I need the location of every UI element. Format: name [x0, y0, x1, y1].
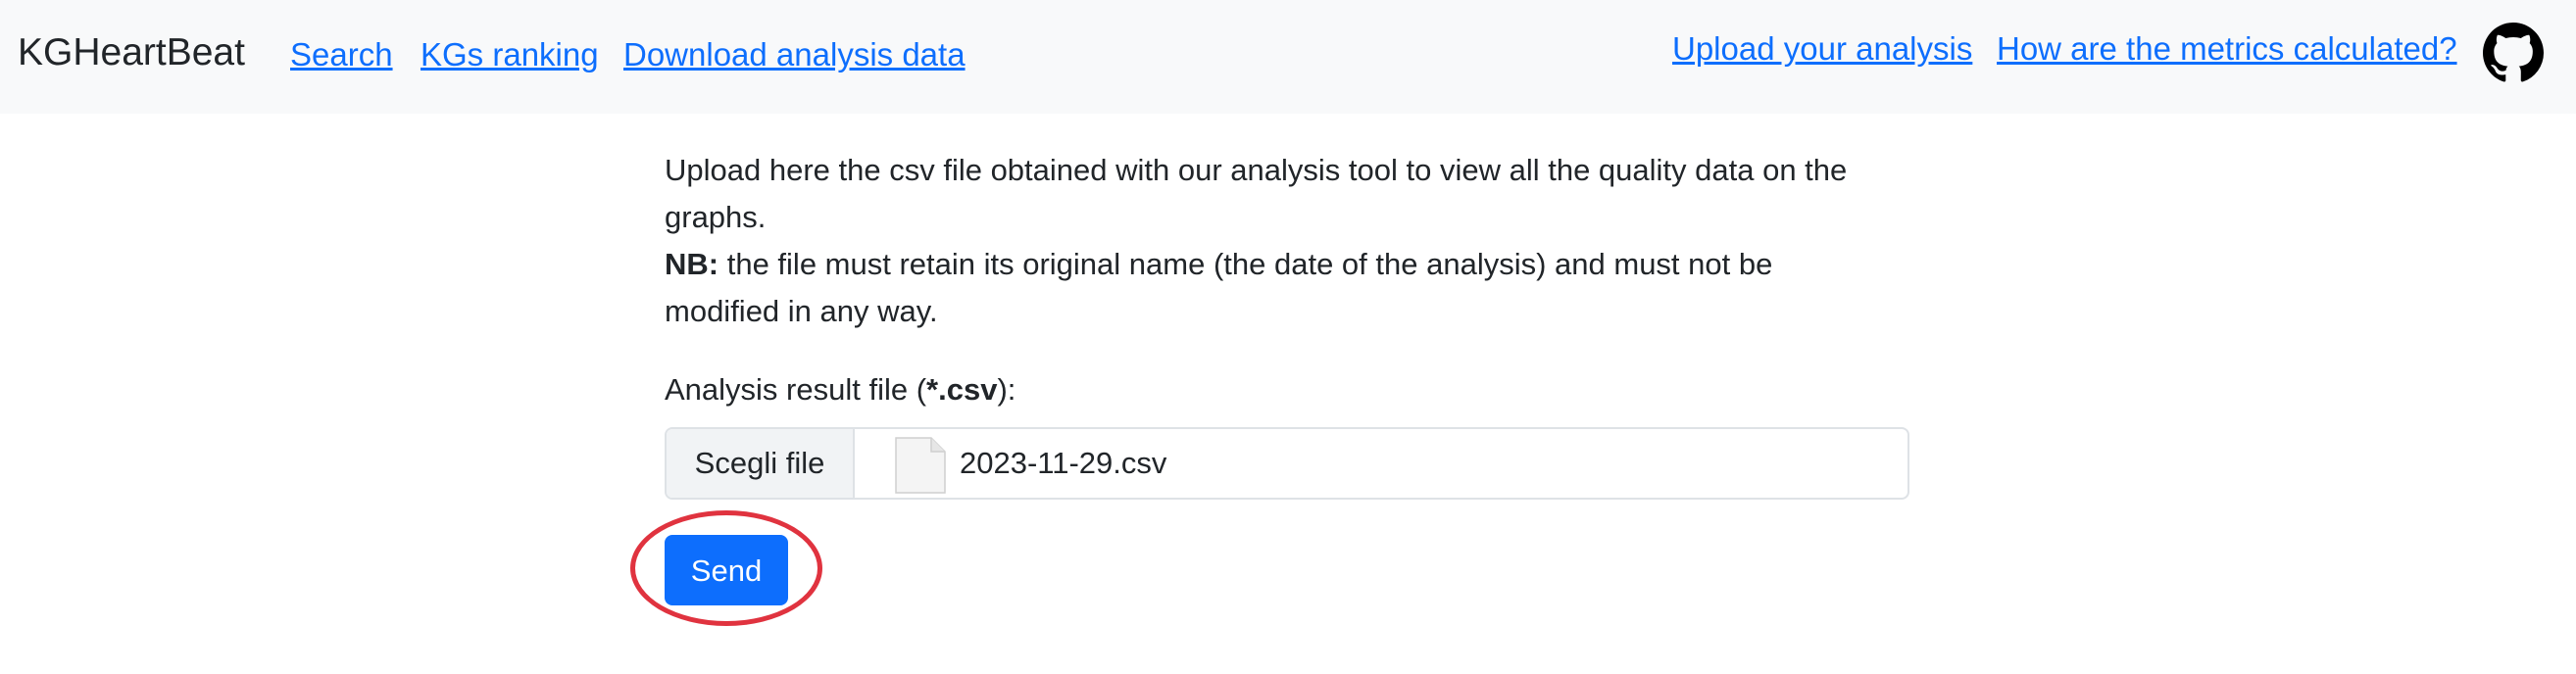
nav-link-kgs-ranking[interactable]: KGs ranking: [421, 33, 599, 76]
file-input[interactable]: Scegli file 2023-11-29.csv: [665, 427, 1909, 500]
file-field-label: Analysis result file (*.csv):: [665, 372, 1016, 407]
brand-logo-link[interactable]: KGHeartBeat: [18, 29, 245, 76]
description-line2: the file must retain its original name (…: [665, 247, 1773, 328]
navbar: KGHeartBeat Search KGs ranking Download …: [0, 0, 2576, 114]
github-icon[interactable]: [2483, 23, 2544, 83]
selected-file-name: 2023-11-29.csv: [960, 446, 1167, 480]
file-extension: *.csv: [926, 372, 998, 407]
upload-description: Upload here the csv file obtained with o…: [665, 147, 1911, 335]
nav-link-download-analysis-data[interactable]: Download analysis data: [623, 33, 966, 76]
nav-link-metrics-calculation[interactable]: How are the metrics calculated?: [1997, 27, 2457, 71]
file-icon: [894, 437, 947, 494]
description-line1: Upload here the csv file obtained with o…: [665, 153, 1848, 234]
send-button[interactable]: Send: [665, 535, 788, 605]
description-text: Upload here the csv file obtained with o…: [665, 147, 1880, 335]
choose-file-button[interactable]: Scegli file: [667, 429, 855, 498]
nav-link-upload-your-analysis[interactable]: Upload your analysis: [1672, 27, 1972, 71]
nb-label: NB:: [665, 247, 719, 281]
nav-link-search[interactable]: Search: [290, 33, 393, 76]
